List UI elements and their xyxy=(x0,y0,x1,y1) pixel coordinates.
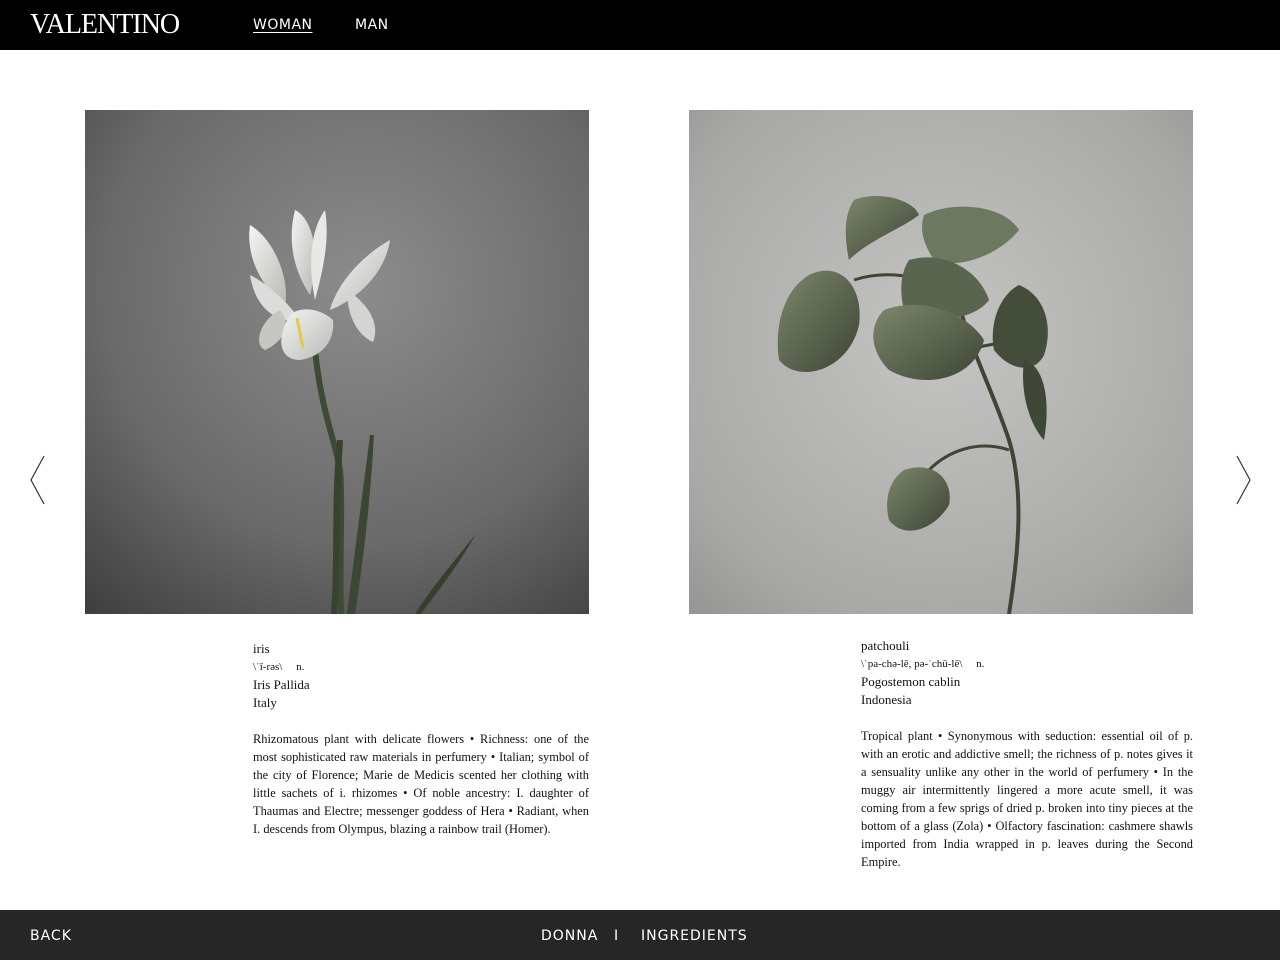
chevron-left-icon xyxy=(30,455,45,505)
iris-description-block: iris \ˈī-rəs\ n. Iris Pallida Italy Rhiz… xyxy=(253,640,589,838)
ingredient-name: patchouli xyxy=(861,638,910,653)
bottom-navigation-bar: BACK DONNA I INGREDIENTS xyxy=(0,910,1280,960)
chevron-right-icon xyxy=(1236,455,1251,505)
ingredient-origin: Indonesia xyxy=(861,692,912,707)
footer-separator: I xyxy=(614,928,620,944)
ingredient-latin-name: Iris Pallida xyxy=(253,677,310,692)
valentino-logo[interactable]: VALENTINO xyxy=(30,10,180,40)
ingredient-description: Rhizomatous plant with delicate flowers … xyxy=(253,732,589,836)
top-navigation-bar: VALENTINO WOMAN MAN xyxy=(0,0,1280,50)
ingredient-latin-name: Pogostemon cablin xyxy=(861,674,961,689)
nav-woman-link[interactable]: WOMAN xyxy=(253,17,313,33)
previous-arrow-button[interactable] xyxy=(28,455,48,505)
ingredient-part-of-speech: n. xyxy=(296,661,305,673)
ingredient-name: iris xyxy=(253,641,270,656)
nav-man-link[interactable]: MAN xyxy=(355,17,389,33)
ingredient-phonetic: \ˈpa-chə-lē, pə-ˈchü-lē\ xyxy=(861,658,963,670)
ingredient-phonetic-line: \ˈpa-chə-lē, pə-ˈchü-lē\ n. xyxy=(861,655,1193,673)
ingredient-origin: Italy xyxy=(253,695,277,710)
ingredient-phonetic-line: \ˈī-rəs\ n. xyxy=(253,658,589,676)
patchouli-description-block: patchouli \ˈpa-chə-lē, pə-ˈchü-lē\ n. Po… xyxy=(861,637,1193,871)
ingredient-phonetic: \ˈī-rəs\ xyxy=(253,661,283,673)
back-link[interactable]: BACK xyxy=(30,928,72,944)
ingredient-part-of-speech: n. xyxy=(976,658,985,670)
ingredients-link[interactable]: INGREDIENTS xyxy=(641,928,748,944)
ingredient-description: Tropical plant • Synonymous with seducti… xyxy=(861,729,1193,869)
next-arrow-button[interactable] xyxy=(1233,455,1253,505)
donna-link[interactable]: DONNA xyxy=(541,928,598,944)
patchouli-photo xyxy=(689,110,1193,614)
iris-photo xyxy=(85,110,589,614)
